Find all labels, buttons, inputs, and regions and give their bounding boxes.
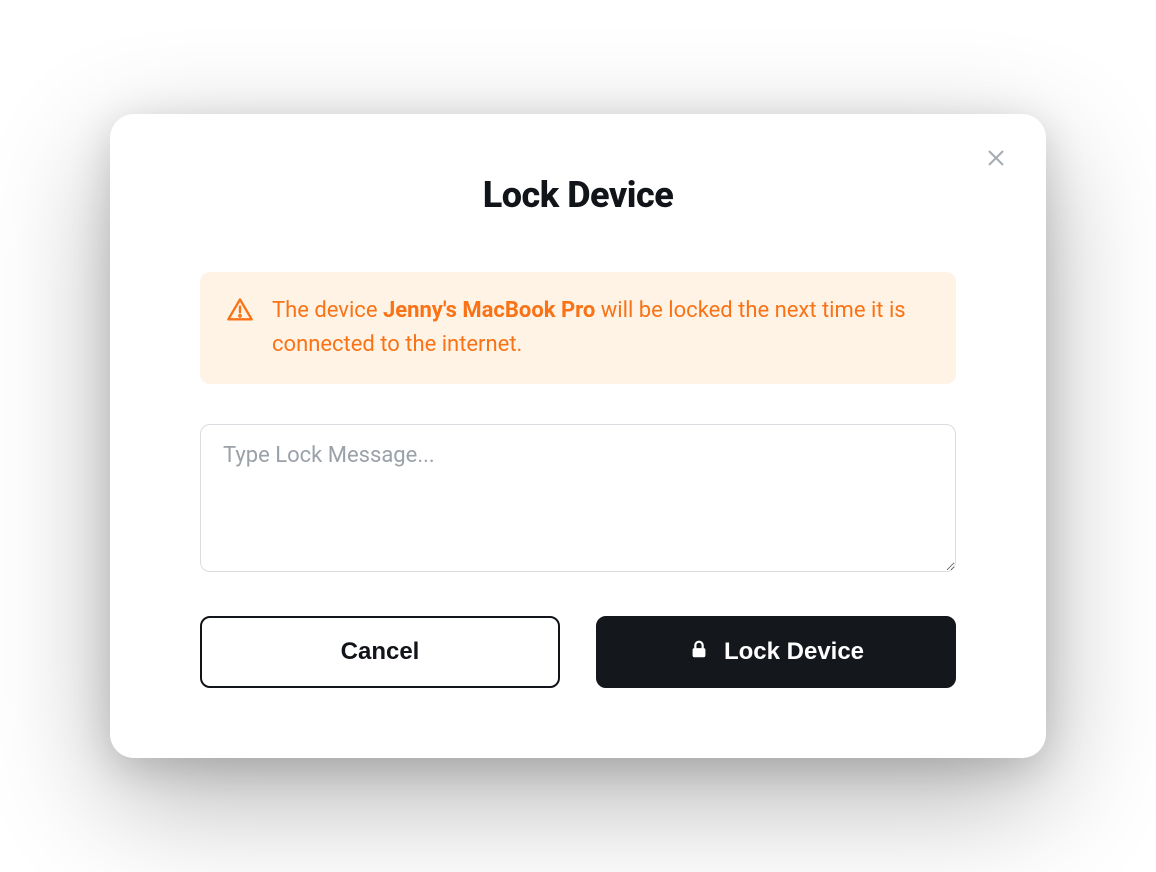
lock-icon [688, 637, 710, 668]
lock-device-button-label: Lock Device [724, 638, 864, 666]
cancel-button[interactable]: Cancel [200, 616, 560, 688]
warning-text-prefix: The device [272, 298, 383, 323]
lock-device-modal: Lock Device The device Jenny's MacBook P… [110, 114, 1046, 758]
device-name: Jenny's MacBook Pro [383, 298, 595, 323]
lock-device-button[interactable]: Lock Device [596, 616, 956, 688]
warning-icon [226, 296, 254, 324]
close-button[interactable] [978, 142, 1014, 178]
modal-title: Lock Device [200, 174, 956, 216]
close-icon [985, 147, 1007, 172]
button-row: Cancel Lock Device [200, 616, 956, 688]
cancel-button-label: Cancel [341, 638, 420, 666]
lock-message-input[interactable] [200, 424, 956, 572]
warning-alert-text: The device Jenny's MacBook Pro will be l… [272, 294, 930, 362]
warning-alert: The device Jenny's MacBook Pro will be l… [200, 272, 956, 384]
